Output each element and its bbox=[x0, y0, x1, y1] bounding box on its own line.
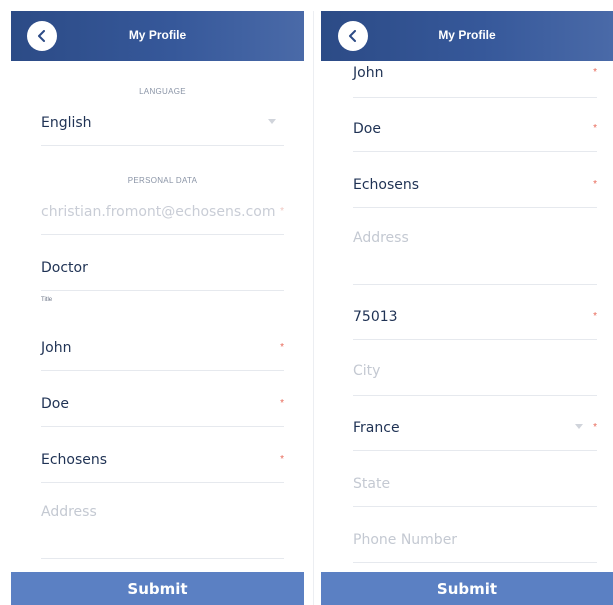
submit-button[interactable]: Submit bbox=[11, 572, 304, 605]
title-hint: Title bbox=[41, 297, 53, 303]
country-value: France bbox=[353, 420, 400, 436]
first-name-field[interactable]: John * bbox=[41, 338, 284, 371]
last-name-value: Doe bbox=[353, 121, 381, 137]
submit-button[interactable]: Submit bbox=[321, 572, 613, 605]
city-field[interactable]: City bbox=[353, 361, 597, 396]
language-value: English bbox=[41, 115, 92, 131]
postal-code-field[interactable]: 75013 * bbox=[353, 307, 597, 340]
personal-data-section-label: PERSONAL DATA bbox=[127, 176, 198, 185]
phone-field[interactable]: Phone Number bbox=[353, 530, 597, 563]
country-select[interactable]: France * bbox=[353, 418, 597, 451]
required-marker: * bbox=[280, 454, 284, 465]
header-bar: My Profile bbox=[321, 11, 613, 61]
page-title: My Profile bbox=[438, 28, 496, 42]
address-placeholder: Address bbox=[353, 230, 409, 246]
city-placeholder: City bbox=[353, 363, 381, 379]
company-value: Echosens bbox=[41, 452, 108, 468]
last-name-field[interactable]: Doe * bbox=[41, 394, 284, 427]
address-field[interactable]: Address bbox=[353, 228, 597, 285]
last-name-value: Doe bbox=[41, 396, 69, 412]
first-name-value: John bbox=[353, 65, 384, 81]
required-marker: * bbox=[593, 311, 597, 322]
dropdown-arrow-icon bbox=[268, 119, 276, 124]
company-field[interactable]: Echosens * bbox=[353, 175, 597, 208]
profile-screen-left: My Profile LANGUAGE English PERSONAL DAT… bbox=[11, 11, 304, 605]
first-name-value: John bbox=[41, 340, 72, 356]
email-value: christian.fromont@echosens.com bbox=[41, 204, 276, 220]
required-marker: * bbox=[593, 179, 597, 190]
page-title: My Profile bbox=[128, 28, 187, 42]
title-select[interactable]: Doctor bbox=[41, 258, 284, 291]
required-marker: * bbox=[280, 398, 284, 409]
language-select[interactable]: English bbox=[41, 113, 284, 146]
panel-divider bbox=[313, 11, 314, 605]
required-marker: * bbox=[593, 422, 597, 433]
language-section-label: LANGUAGE bbox=[139, 87, 186, 96]
required-marker: * bbox=[280, 342, 284, 353]
company-value: Echosens bbox=[353, 177, 420, 193]
dropdown-arrow-icon bbox=[575, 424, 583, 429]
email-field[interactable]: christian.fromont@echosens.com * bbox=[41, 202, 284, 235]
required-marker: * bbox=[593, 123, 597, 134]
title-value: Doctor bbox=[41, 260, 88, 276]
required-marker: * bbox=[280, 206, 284, 217]
state-placeholder: State bbox=[353, 476, 391, 492]
address-field[interactable]: Address bbox=[41, 502, 284, 559]
profile-screen-right: My Profile John * Doe * Echosens * Addre… bbox=[321, 11, 613, 605]
header-bar: My Profile bbox=[11, 11, 304, 61]
required-marker: * bbox=[593, 67, 597, 78]
phone-placeholder: Phone Number bbox=[353, 532, 458, 548]
first-name-field[interactable]: John * bbox=[353, 63, 597, 98]
state-field[interactable]: State bbox=[353, 474, 597, 507]
address-placeholder: Address bbox=[41, 504, 97, 520]
last-name-field[interactable]: Doe * bbox=[353, 119, 597, 152]
postal-code-value: 75013 bbox=[353, 309, 398, 325]
company-field[interactable]: Echosens * bbox=[41, 450, 284, 483]
